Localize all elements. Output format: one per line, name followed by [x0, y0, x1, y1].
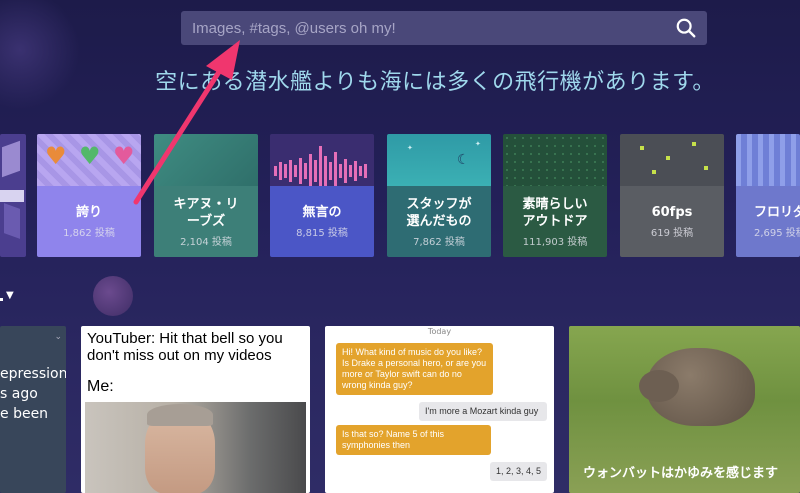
tag-tile-keanu[interactable]: キアヌ・リ ーブズ 2,104 投稿 [154, 134, 258, 257]
tile-art [0, 134, 26, 257]
post-card-chat[interactable]: Today Hi! What kind of music do you like… [325, 326, 554, 493]
post-title-line: epression [0, 366, 66, 382]
meme-image [85, 402, 306, 493]
tag-tile-silent[interactable]: 無言の 8,815 投稿 [270, 134, 374, 257]
tile-count: 2,104 投稿 [180, 236, 232, 248]
tile-art [270, 134, 374, 186]
tile-name: キアヌ・リ ーブズ [173, 196, 239, 229]
post-card-left[interactable]: ⌄ epression s ago e been [0, 326, 66, 493]
meme-caption: YouTuber: Hit that bell so you don't mis… [87, 330, 283, 364]
chat-date: Today [427, 327, 452, 336]
tile-label: キアヌ・リ ーブズ 2,104 投稿 [154, 186, 258, 257]
tile-label: 素晴らしい アウトドア 111,903 投稿 [503, 186, 607, 257]
tile-art [503, 134, 607, 186]
tile-name: 誇り [75, 205, 102, 220]
tile-name: フロリダ [754, 205, 800, 220]
chat-bubble-incoming: Is that so? Name 5 of this symphonies th… [336, 425, 491, 455]
tile-name: 60fps [651, 205, 693, 220]
tag-tile-staff-picks[interactable]: ☾ ✦ ✦ スタッフが 選んだもの 7,862 投稿 [387, 134, 491, 257]
sort-dot [0, 298, 3, 301]
search-bar[interactable] [181, 11, 707, 45]
tile-count: 111,903 投稿 [522, 236, 588, 248]
tag-tile-outdoors[interactable]: 素晴らしい アウトドア 111,903 投稿 [503, 134, 607, 257]
tile-count: 8,815 投稿 [296, 228, 348, 239]
post-title-line: e been [0, 406, 49, 422]
tag-tile-60fps[interactable]: 60fps 619 投稿 [620, 134, 724, 257]
post-caption: ウォンバットはかゆみを感じます [583, 466, 779, 481]
tagline: 空にある潜水艦よりも海には多くの飛行機があります。 [155, 70, 715, 95]
search-input[interactable] [192, 19, 675, 37]
tag-tile-pride[interactable]: ♥ ♥ ♥ 誇り 1,862 投稿 [37, 134, 141, 257]
tag-tile-partial[interactable] [0, 134, 26, 257]
tile-label: 60fps 619 投稿 [620, 186, 724, 257]
tile-name: 素晴らしい アウトドア [522, 196, 588, 229]
tile-art [736, 134, 800, 186]
tile-name: 無言の [302, 205, 342, 220]
tile-count: 2,695 投稿 [754, 228, 800, 239]
tag-tile-florida[interactable]: フロリダ 2,695 投稿 [736, 134, 800, 257]
bg-orb [93, 276, 133, 316]
chat-bubble-outgoing: I'm more a Mozart kinda guy [419, 402, 547, 421]
tile-count: 7,862 投稿 [413, 236, 465, 248]
search-icon[interactable] [675, 17, 697, 39]
chat-bubble-outgoing: 1, 2, 3, 4, 5 [490, 462, 548, 481]
tile-art: ♥ ♥ ♥ [37, 134, 141, 186]
tile-label: フロリダ 2,695 投稿 [736, 186, 800, 257]
tile-art [154, 134, 258, 186]
post-card-wombat[interactable]: ウォンバットはかゆみを感じます [569, 326, 800, 493]
meme-caption-me: Me: [87, 378, 114, 395]
chevron-down-icon: ▼ [6, 290, 14, 301]
tile-name: スタッフが 選んだもの [406, 196, 472, 229]
tile-count: 619 投稿 [650, 228, 694, 239]
post-title-line: s ago [0, 386, 38, 402]
tile-label: 誇り 1,862 投稿 [37, 186, 141, 257]
tile-label: スタッフが 選んだもの 7,862 投稿 [387, 186, 491, 257]
tile-label: 無言の 8,815 投稿 [270, 186, 374, 257]
tile-count: 1,862 投稿 [63, 228, 115, 239]
post-card-meme[interactable]: YouTuber: Hit that bell so you don't mis… [81, 326, 310, 493]
waveform-icon [274, 146, 367, 186]
tile-art [620, 134, 724, 186]
chevron-down-icon: ⌄ [54, 332, 62, 342]
chat-bubble-incoming: Hi! What kind of music do you like? Is D… [336, 343, 493, 395]
tile-art: ☾ ✦ ✦ [387, 134, 491, 186]
